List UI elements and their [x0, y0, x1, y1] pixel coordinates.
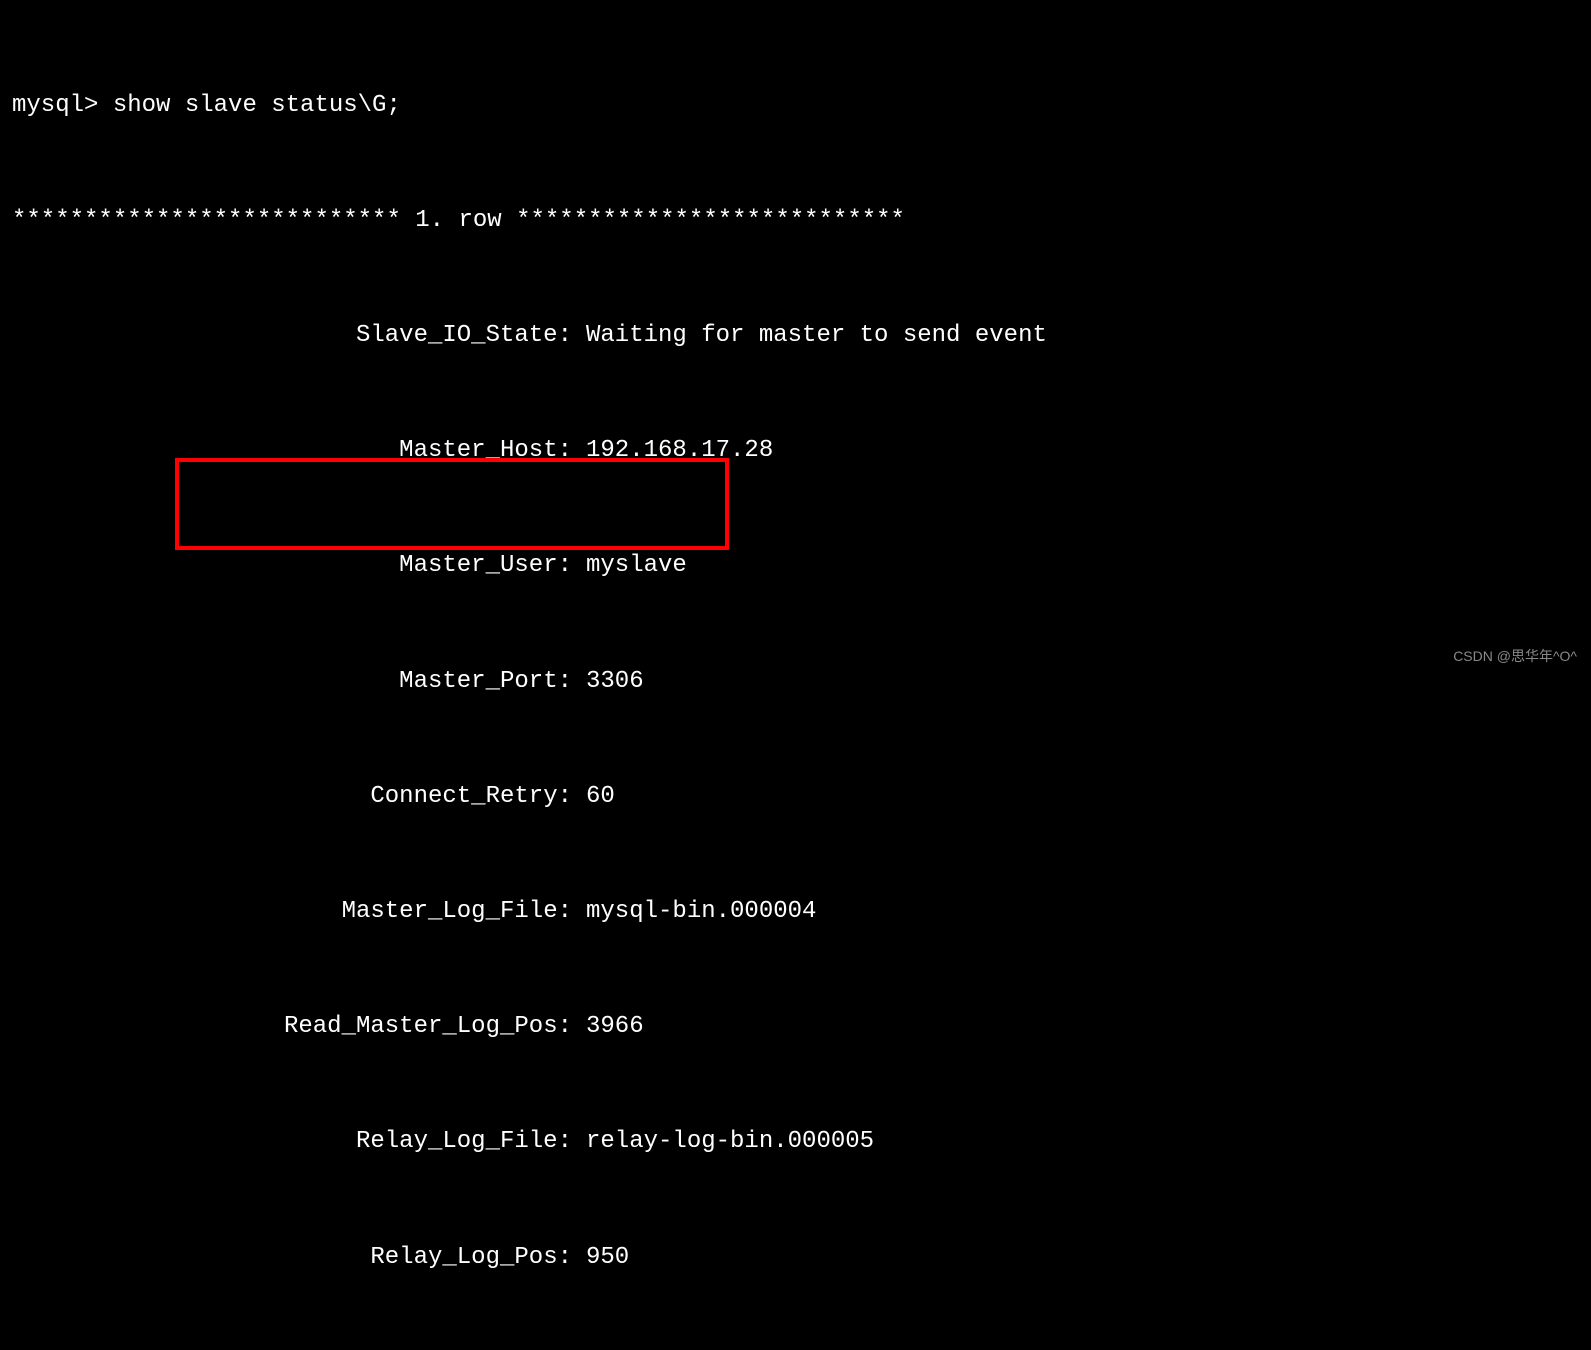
csdn-watermark: CSDN @思华年^O^	[1453, 645, 1577, 667]
field-value: myslave	[572, 547, 687, 585]
field-label: Connect_Retry:	[12, 778, 572, 816]
field-row: Master_Host: 192.168.17.28	[12, 432, 1579, 470]
field-value: relay-log-bin.000005	[572, 1123, 874, 1161]
field-row: Relay_Log_Pos: 950	[12, 1239, 1579, 1277]
field-value: Waiting for master to send event	[572, 317, 1047, 355]
row-separator: *************************** 1. row *****…	[12, 202, 1579, 240]
field-label: Read_Master_Log_Pos:	[12, 1008, 572, 1046]
field-label: Relay_Log_Pos:	[12, 1239, 572, 1277]
field-label: Master_Host:	[12, 432, 572, 470]
field-value: 3966	[572, 1008, 644, 1046]
mysql-prompt-line: mysql> show slave status\G;	[12, 87, 1579, 125]
terminal-output[interactable]: mysql> show slave status\G; ************…	[12, 10, 1579, 1350]
field-value: 60	[572, 778, 615, 816]
field-label: Master_Log_File:	[12, 893, 572, 931]
field-row: Master_User: myslave	[12, 547, 1579, 585]
field-label: Slave_IO_State:	[12, 317, 572, 355]
field-row: Relay_Log_File: relay-log-bin.000005	[12, 1123, 1579, 1161]
field-label: Master_Port:	[12, 663, 572, 701]
field-row: Slave_IO_State: Waiting for master to se…	[12, 317, 1579, 355]
field-label: Master_User:	[12, 547, 572, 585]
field-label: Relay_Log_File:	[12, 1123, 572, 1161]
field-value: 950	[572, 1239, 629, 1277]
field-value: mysql-bin.000004	[572, 893, 816, 931]
field-row: Read_Master_Log_Pos: 3966	[12, 1008, 1579, 1046]
field-row: Master_Port: 3306	[12, 663, 1579, 701]
field-value: 192.168.17.28	[572, 432, 773, 470]
field-row: Master_Log_File: mysql-bin.000004	[12, 893, 1579, 931]
field-value: 3306	[572, 663, 644, 701]
field-row: Connect_Retry: 60	[12, 778, 1579, 816]
